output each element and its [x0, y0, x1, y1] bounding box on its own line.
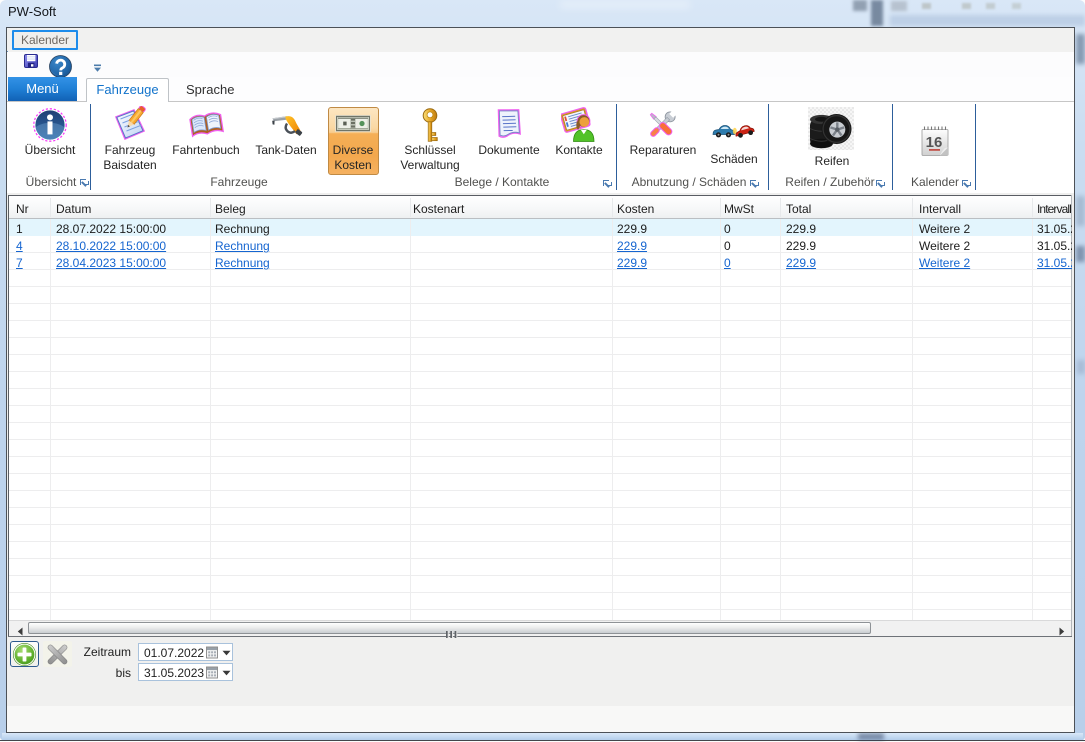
svg-text:16: 16	[926, 134, 943, 151]
